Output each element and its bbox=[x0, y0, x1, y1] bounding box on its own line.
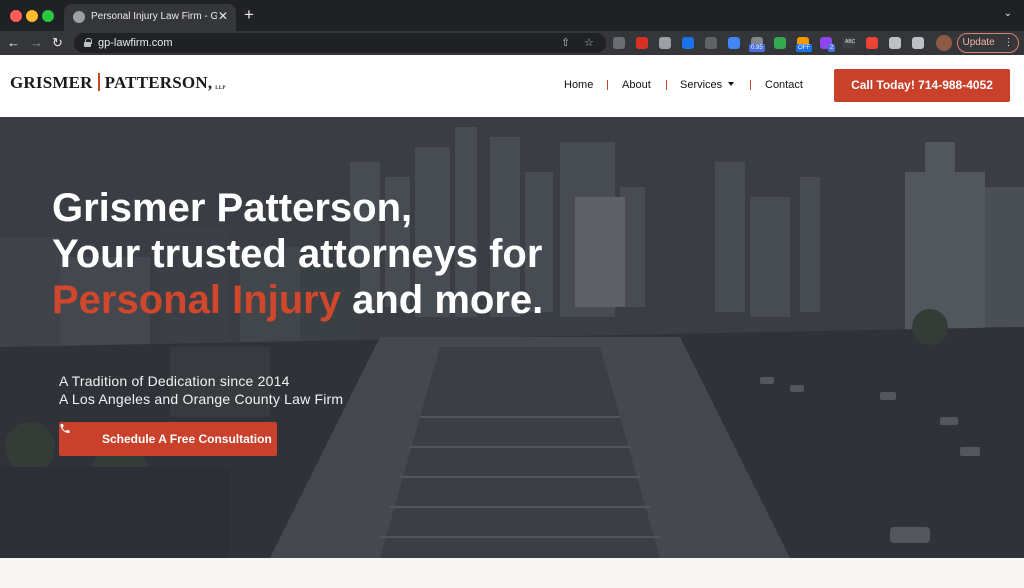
nav-services-label: Services bbox=[680, 79, 723, 91]
logo-divider bbox=[97, 73, 100, 91]
forward-button[interactable]: → bbox=[30, 35, 43, 51]
sidebar-extension-icon[interactable] bbox=[912, 37, 924, 49]
sheet-extension-icon[interactable] bbox=[774, 37, 786, 49]
counter-badge: 0.95 bbox=[749, 44, 765, 52]
close-window-button[interactable] bbox=[10, 10, 22, 22]
color-wheel-extension-icon[interactable] bbox=[866, 37, 878, 49]
tab-search-chevron-icon[interactable]: ⌄ bbox=[1004, 8, 1012, 19]
abc-badge: ABC bbox=[845, 39, 856, 45]
puzzle-extension-icon[interactable] bbox=[889, 37, 901, 49]
back-button[interactable]: ← bbox=[7, 35, 20, 51]
browser-tab-bar: Personal Injury Law Firm - Gris ✕ + ⌄ bbox=[0, 0, 1024, 31]
nav-divider bbox=[666, 80, 667, 90]
logo-right-text: PATTERSON, bbox=[104, 73, 213, 92]
hero-tagline-1: A Tradition of Dedication since 2014 bbox=[59, 373, 290, 389]
red-extension-icon[interactable] bbox=[636, 37, 648, 49]
tab-close-icon[interactable]: ✕ bbox=[218, 9, 228, 23]
chevron-down-icon bbox=[728, 82, 735, 86]
hero-headline-line1: Grismer Patterson, bbox=[52, 186, 413, 230]
profile-avatar[interactable] bbox=[936, 35, 952, 51]
count-badge: 2 bbox=[828, 44, 836, 52]
nav-contact[interactable]: Contact bbox=[765, 79, 803, 91]
address-bar[interactable]: gp-lawfirm.com ⇧ ☆ bbox=[74, 33, 606, 53]
hero-headline-rest: and more. bbox=[340, 278, 544, 322]
hero-headline-line2: Your trusted attorneys for bbox=[52, 232, 543, 276]
gray-extension-icon[interactable] bbox=[705, 37, 717, 49]
update-label: Update bbox=[962, 37, 995, 48]
browser-tab-active[interactable]: Personal Injury Law Firm - Gris ✕ bbox=[64, 4, 236, 31]
logo-suffix: LLP bbox=[215, 86, 226, 91]
nav-divider bbox=[607, 80, 608, 90]
site-header: GRISMER PATTERSON, LLP Home About Services… bbox=[0, 55, 1024, 117]
minimize-window-button[interactable] bbox=[26, 10, 38, 22]
off-badge: OFF bbox=[796, 44, 812, 52]
phone-icon bbox=[60, 424, 70, 433]
more-menu-icon[interactable]: ⋮ bbox=[1004, 37, 1014, 48]
camera-extension-icon[interactable] bbox=[659, 37, 671, 49]
url-text[interactable]: gp-lawfirm.com bbox=[98, 37, 173, 49]
maximize-window-button[interactable] bbox=[42, 10, 54, 22]
logo-left-text: GRISMER bbox=[10, 73, 93, 92]
next-section-edge bbox=[0, 558, 1024, 588]
firm-logo[interactable]: GRISMER PATTERSON, LLP bbox=[10, 73, 226, 93]
nav-divider bbox=[750, 80, 751, 90]
browser-toolbar: ← → ↻ gp-lawfirm.com ⇧ ☆ 0.95 OFF 2 ABC … bbox=[0, 31, 1024, 55]
mail-extension-icon[interactable] bbox=[613, 37, 625, 49]
hero-overlay bbox=[0, 117, 1024, 558]
tab-title: Personal Injury Law Firm - Gris bbox=[91, 11, 217, 22]
nav-home[interactable]: Home bbox=[564, 79, 593, 91]
globe-icon bbox=[73, 11, 85, 23]
nav-about[interactable]: About bbox=[622, 79, 651, 91]
nav-services[interactable]: Services bbox=[680, 79, 735, 91]
hero-tagline-2: A Los Angeles and Orange County Law Firm bbox=[59, 391, 344, 407]
new-tab-button[interactable]: + bbox=[244, 5, 254, 25]
update-button[interactable]: Update ⋮ bbox=[957, 33, 1019, 53]
hero-headline-accent: Personal Injury bbox=[52, 278, 341, 322]
reload-button[interactable]: ↻ bbox=[52, 35, 63, 51]
hero-section: Grismer Patterson, Your trusted attorney… bbox=[0, 117, 1024, 558]
schedule-consultation-button[interactable]: Schedule A Free Consultation bbox=[59, 422, 277, 456]
blue-check-extension-icon[interactable] bbox=[682, 37, 694, 49]
call-today-button[interactable]: Call Today! 714-988-4052 bbox=[834, 69, 1010, 102]
share-icon[interactable]: ⇧ bbox=[561, 35, 570, 51]
triangle-extension-icon[interactable] bbox=[728, 37, 740, 49]
schedule-consultation-label: Schedule A Free Consultation bbox=[102, 432, 272, 446]
lock-icon[interactable] bbox=[84, 38, 92, 47]
hero-headline-line3: Personal Injury and more. bbox=[52, 277, 752, 323]
bookmark-star-icon[interactable]: ☆ bbox=[584, 35, 594, 51]
